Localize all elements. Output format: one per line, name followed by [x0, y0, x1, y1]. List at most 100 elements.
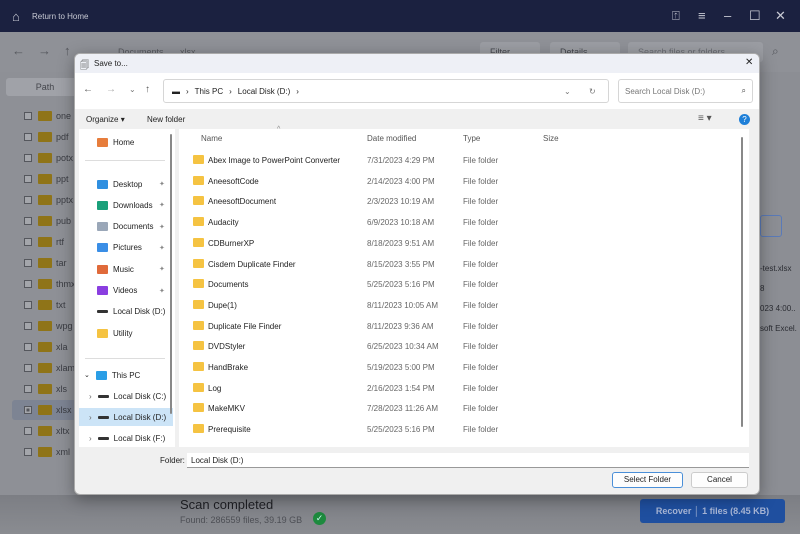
file-row[interactable]: HandBrake 5/19/2023 5:00 PM File folder: [179, 357, 739, 377]
file-row[interactable]: Documents 5/25/2023 5:16 PM File folder: [179, 274, 739, 294]
nav-drive[interactable]: › Local Disk (F:): [79, 430, 173, 448]
nav-quick-access-item[interactable]: Downloads ✦: [79, 196, 173, 214]
folder-checkbox[interactable]: [24, 112, 32, 120]
folder-checkbox[interactable]: [24, 406, 32, 414]
organize-menu[interactable]: Organize ▾: [86, 115, 125, 124]
nav-quick-access-item[interactable]: Utility: [79, 324, 173, 342]
folder-checkbox[interactable]: [24, 154, 32, 162]
file-row[interactable]: Log 2/16/2023 1:54 PM File folder: [179, 378, 739, 398]
maximize-icon[interactable]: ☐: [749, 8, 761, 24]
folder-icon: [38, 216, 52, 226]
file-row[interactable]: DVDStyler 6/25/2023 10:34 AM File folder: [179, 336, 739, 356]
pin-icon[interactable]: ✦: [159, 180, 165, 188]
nav-this-pc[interactable]: ⌄ This PC: [79, 366, 173, 384]
nav-quick-access-item[interactable]: Pictures ✦: [79, 239, 173, 257]
folder-checkbox[interactable]: [24, 301, 32, 309]
pin-icon[interactable]: ✦: [159, 223, 165, 231]
nav-quick-access-item[interactable]: Local Disk (D:): [79, 303, 173, 321]
recover-button[interactable]: Recover │ 1 files (8.45 KB): [640, 499, 785, 523]
folder-checkbox[interactable]: [24, 427, 32, 435]
back-icon[interactable]: ←: [12, 43, 25, 58]
folder-icon: [193, 382, 204, 392]
pin-icon[interactable]: ✦: [159, 244, 165, 252]
minimize-icon[interactable]: –: [724, 8, 731, 23]
folder-checkbox[interactable]: [24, 133, 32, 141]
folder-icon: [38, 153, 52, 163]
view-options-icon[interactable]: ≡ ▾: [698, 113, 712, 124]
return-home-link[interactable]: Return to Home: [32, 12, 88, 21]
folder-icon: [193, 320, 204, 330]
cancel-button[interactable]: Cancel: [691, 472, 748, 488]
up-icon[interactable]: ↑: [145, 84, 150, 95]
up-icon[interactable]: ↑: [64, 43, 71, 58]
folder-checkbox[interactable]: [24, 448, 32, 456]
folder-checkbox[interactable]: [24, 343, 32, 351]
share-icon[interactable]: ⍐: [672, 8, 680, 24]
nav-drive[interactable]: › Local Disk (C:): [79, 387, 173, 405]
folder-checkbox[interactable]: [24, 385, 32, 393]
folder-icon: [193, 237, 204, 247]
folder-checkbox[interactable]: [24, 175, 32, 183]
column-type[interactable]: Type: [463, 134, 480, 143]
folder-icon: [193, 362, 204, 371]
file-row[interactable]: CDBurnerXP 8/18/2023 9:51 AM File folder: [179, 233, 739, 253]
nav-scrollbar[interactable]: [170, 134, 172, 414]
file-row[interactable]: Duplicate File Finder 8/11/2023 9:36 AM Fi…: [179, 316, 739, 336]
file-row[interactable]: AneesoftCode 2/14/2023 4:00 PM File folder: [179, 171, 739, 191]
save-icon: 🗐: [80, 60, 89, 70]
home-icon[interactable]: ⌂: [12, 9, 20, 24]
help-icon[interactable]: ?: [739, 114, 750, 125]
file-row[interactable]: Dupe(1) 8/11/2023 10:05 AM File folder: [179, 295, 739, 315]
nav-drive[interactable]: › Local Disk (D:): [79, 408, 173, 427]
forward-icon[interactable]: →: [106, 84, 116, 95]
pin-icon[interactable]: ✦: [159, 201, 165, 209]
address-dropdown-icon[interactable]: ⌄: [564, 87, 571, 96]
recent-dropdown-icon[interactable]: ⌄: [129, 85, 136, 94]
forward-icon[interactable]: →: [38, 43, 51, 58]
dialog-title: Save to...: [94, 59, 128, 68]
column-name[interactable]: Name: [201, 134, 222, 143]
folder-checkbox[interactable]: [24, 322, 32, 330]
file-row[interactable]: Cisdem Duplicate Finder 8/15/2023 3:55 PM…: [179, 254, 739, 274]
folder-icon: [38, 321, 52, 331]
select-folder-button[interactable]: Select Folder: [612, 472, 683, 488]
file-list-scrollbar[interactable]: [741, 137, 743, 427]
menu-icon[interactable]: ≡: [698, 8, 706, 23]
folder-checkbox[interactable]: [24, 196, 32, 204]
folder-checkbox[interactable]: [24, 280, 32, 288]
nav-quick-access-item[interactable]: Music ✦: [79, 260, 173, 278]
nav-quick-access-item[interactable]: Documents ✦: [79, 218, 173, 236]
folder-checkbox[interactable]: [24, 217, 32, 225]
column-size[interactable]: Size: [543, 134, 559, 143]
file-row[interactable]: Audacity 6/9/2023 10:18 AM File folder: [179, 212, 739, 232]
file-row[interactable]: Prerequisite 5/25/2023 5:16 PM File folder: [179, 419, 739, 439]
address-local-disk[interactable]: Local Disk (D:): [238, 87, 290, 96]
folder-checkbox[interactable]: [24, 238, 32, 246]
file-row[interactable]: MakeMKV 7/28/2023 11:26 AM File folder: [179, 398, 739, 418]
home-icon: [97, 137, 108, 147]
file-row[interactable]: AneesoftDocument 2/3/2023 10:19 AM File fo…: [179, 191, 739, 211]
nav-home[interactable]: Home: [79, 133, 173, 151]
pin-icon[interactable]: ✦: [159, 287, 165, 295]
new-folder-button[interactable]: New folder: [147, 115, 185, 124]
folder-icon: [193, 279, 204, 289]
close-icon[interactable]: ✕: [775, 8, 786, 24]
folder-checkbox[interactable]: [24, 259, 32, 267]
path-tab[interactable]: Path: [6, 78, 84, 96]
search-local-disk-input[interactable]: Search Local Disk (D:) ⌕: [618, 79, 753, 103]
back-icon[interactable]: ←: [83, 84, 93, 95]
pin-icon[interactable]: ✦: [159, 265, 165, 273]
address-this-pc[interactable]: This PC: [195, 87, 223, 96]
folder-icon: [38, 237, 52, 247]
nav-quick-access-item[interactable]: Desktop ✦: [79, 175, 173, 193]
search-icon[interactable]: ⌕: [772, 44, 779, 59]
folder-icon: [193, 175, 204, 185]
address-bar[interactable]: ▬ › This PC › Local Disk (D:) › ⌄ ↻: [163, 79, 609, 103]
folder-checkbox[interactable]: [24, 364, 32, 372]
dialog-close-icon[interactable]: ✕: [745, 57, 753, 68]
folder-input[interactable]: Local Disk (D:): [187, 453, 749, 468]
nav-quick-access-item[interactable]: Videos ✦: [79, 282, 173, 300]
file-row[interactable]: Abex Image to PowerPoint Converter 7/31/2…: [179, 150, 739, 170]
refresh-icon[interactable]: ↻: [589, 87, 596, 96]
column-date-modified[interactable]: Date modified: [367, 134, 416, 143]
